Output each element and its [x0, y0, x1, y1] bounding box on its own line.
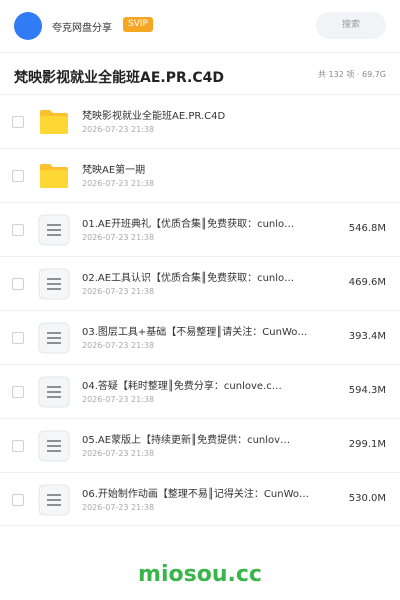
item-size: 299.1M: [348, 439, 386, 450]
row-checkbox[interactable]: [12, 278, 24, 290]
file-row[interactable]: 01.AE开班典礼【优质合集║免费获取：cunlo… 2026-07-23 21:…: [0, 202, 400, 256]
item-name: 02.AE工具认识【优质合集║免费获取：cunlo…: [82, 273, 295, 284]
row-checkbox[interactable]: [12, 386, 24, 398]
file-row[interactable]: 04.答疑【耗时整理║免费分享：cunlove.c… 2026-07-23 21:…: [0, 364, 400, 418]
item-name: 03.图层工具+基础【不易整理║请关注：CunWo…: [82, 327, 308, 338]
header: 夸克网盘分享 SVIP 搜索: [0, 0, 400, 52]
row-checkbox[interactable]: [12, 440, 24, 452]
item-date: 2026-07-23 21:38: [82, 287, 155, 296]
svip-badge: SVIP: [123, 17, 153, 32]
row-checkbox[interactable]: [12, 170, 24, 182]
item-date: 2026-07-23 21:38: [82, 179, 155, 188]
item-size: 393.4M: [348, 331, 386, 342]
folder-row[interactable]: 梵映AE第一期 2026-07-23 21:38: [0, 148, 400, 202]
document-icon: [38, 484, 70, 516]
item-date: 2026-07-23 21:38: [82, 449, 155, 458]
item-date: 2026-07-23 21:38: [82, 503, 155, 512]
watermark-logo: miosou.cc: [138, 562, 262, 587]
item-count-summary: 共 132 项 · 69.7G: [318, 70, 386, 79]
item-size: 469.6M: [348, 277, 386, 288]
document-icon: [38, 322, 70, 354]
file-list: 梵映影视就业全能班AE.PR.C4D 2026-07-23 21:38 梵映AE第一…: [0, 94, 400, 526]
folder-row[interactable]: 梵映影视就业全能班AE.PR.C4D 2026-07-23 21:38: [0, 94, 400, 148]
item-date: 2026-07-23 21:38: [82, 395, 155, 404]
search-button[interactable]: 搜索: [316, 12, 386, 39]
page-title: 梵映影视就业全能班AE.PR.C4D: [14, 70, 224, 86]
item-name: 06.开始制作动画【整理不易║记得关注：CunWo…: [82, 489, 310, 500]
file-row[interactable]: 02.AE工具认识【优质合集║免费获取：cunlo… 2026-07-23 21:…: [0, 256, 400, 310]
item-size: 546.8M: [348, 223, 386, 234]
row-checkbox[interactable]: [12, 494, 24, 506]
item-size: 594.3M: [348, 385, 386, 396]
file-row[interactable]: 05.AE蒙版上【持续更新║免费提供：cunlov… 2026-07-23 21:…: [0, 418, 400, 472]
folder-title-row: 梵映影视就业全能班AE.PR.C4D 共 132 项 · 69.7G: [0, 53, 400, 97]
avatar[interactable]: [14, 12, 42, 40]
item-name: 梵映AE第一期: [82, 165, 146, 176]
document-icon: [38, 268, 70, 300]
file-row[interactable]: 03.图层工具+基础【不易整理║请关注：CunWo… 2026-07-23 21:…: [0, 310, 400, 364]
item-name: 梵映影视就业全能班AE.PR.C4D: [82, 111, 226, 122]
user-name: 夸克网盘分享: [52, 23, 112, 34]
item-name: 05.AE蒙版上【持续更新║免费提供：cunlov…: [82, 435, 291, 446]
row-checkbox[interactable]: [12, 332, 24, 344]
item-date: 2026-07-23 21:38: [82, 341, 155, 350]
item-name: 01.AE开班典礼【优质合集║免费获取：cunlo…: [82, 219, 295, 230]
item-date: 2026-07-23 21:38: [82, 125, 155, 134]
document-icon: [38, 430, 70, 462]
row-checkbox[interactable]: [12, 224, 24, 236]
item-name: 04.答疑【耗时整理║免费分享：cunlove.c…: [82, 381, 282, 392]
item-size: 530.0M: [348, 493, 386, 504]
document-icon: [38, 214, 70, 246]
document-icon: [38, 376, 70, 408]
item-date: 2026-07-23 21:38: [82, 233, 155, 242]
folder-icon: [38, 106, 70, 138]
folder-icon: [38, 160, 70, 192]
file-row[interactable]: 06.开始制作动画【整理不易║记得关注：CunWo… 2026-07-23 21:…: [0, 472, 400, 526]
row-checkbox[interactable]: [12, 116, 24, 128]
